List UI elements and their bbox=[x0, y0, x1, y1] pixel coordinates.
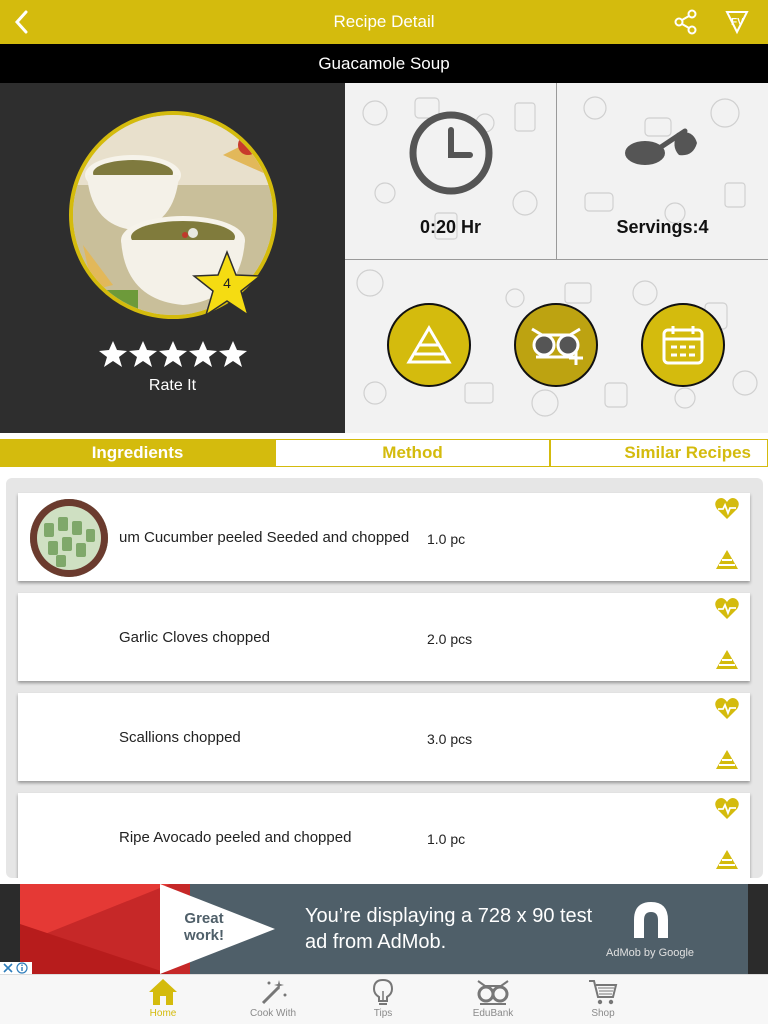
rate-stars bbox=[98, 339, 248, 369]
food-pyramid-icon[interactable] bbox=[715, 549, 739, 571]
rate-it-label[interactable]: Rate It bbox=[0, 377, 345, 395]
schedule-calendar-button[interactable] bbox=[641, 303, 725, 387]
rate-star-1[interactable] bbox=[98, 339, 128, 369]
rate-star-4[interactable] bbox=[188, 339, 218, 369]
ingredient-row[interactable]: Scallions chopped 3.0 pcs bbox=[18, 693, 750, 781]
owl-glasses-icon bbox=[477, 980, 509, 1005]
food-pyramid-icon[interactable] bbox=[715, 849, 739, 871]
ingredient-row[interactable]: Garlic Cloves chopped 2.0 pcs bbox=[18, 593, 750, 681]
heart-rate-icon[interactable] bbox=[714, 497, 740, 521]
admob-test-ad[interactable]: Great work! You’re displaying a 728 x 90… bbox=[20, 884, 748, 974]
tab-cook-with-label: Cook With bbox=[249, 1008, 297, 1019]
fv-logo-icon: FV bbox=[725, 11, 749, 35]
top-nav-bar: Recipe Detail FV bbox=[0, 0, 768, 44]
tab-home[interactable]: Home bbox=[128, 977, 198, 1023]
heart-rate-icon[interactable] bbox=[714, 797, 740, 821]
food-pyramid-icon[interactable] bbox=[715, 649, 739, 671]
recipe-photo-panel: 4 Rate It bbox=[0, 83, 345, 433]
ingredient-row[interactable]: um Cucumber peeled Seeded and chopped 1.… bbox=[18, 493, 750, 581]
rate-star-2[interactable] bbox=[128, 339, 158, 369]
serving-spoon-icon bbox=[625, 128, 697, 165]
tab-method[interactable]: Method bbox=[275, 439, 550, 467]
tab-edubank-label: EduBank bbox=[472, 1008, 514, 1019]
heart-rate-icon[interactable] bbox=[714, 597, 740, 621]
tab-home-label: Home bbox=[149, 1008, 177, 1019]
home-icon bbox=[149, 979, 177, 1005]
ad-banner-area: Great work! You’re displaying a 728 x 90… bbox=[0, 884, 768, 974]
bottom-tab-bar: Home Cook With Tips EduBank Shop bbox=[0, 974, 768, 1024]
ad-message: You’re displaying a 728 x 90 test ad fro… bbox=[305, 905, 593, 953]
food-pyramid-icon bbox=[406, 325, 452, 364]
ingredient-qty: 3.0 pcs bbox=[427, 731, 473, 747]
ad-graphic bbox=[20, 884, 275, 974]
recipe-info-panel: 0:20 Hr Servings:4 bbox=[345, 83, 768, 433]
ingredient-name: Garlic Cloves chopped bbox=[119, 629, 270, 646]
ingredients-list[interactable]: um Cucumber peeled Seeded and chopped 1.… bbox=[6, 478, 763, 878]
clock-icon bbox=[409, 111, 493, 195]
calendar-icon bbox=[662, 326, 704, 365]
tab-ingredients[interactable]: Ingredients bbox=[0, 439, 275, 467]
servings: Servings:4 bbox=[616, 217, 709, 237]
tab-tips[interactable]: Tips bbox=[348, 977, 418, 1023]
recipe-tabs: Ingredients Method Similar Recipes bbox=[0, 439, 768, 467]
rating-badge-value: 4 bbox=[223, 275, 231, 291]
share-icon bbox=[674, 9, 697, 35]
rate-star-3[interactable] bbox=[158, 339, 188, 369]
svg-text:FV: FV bbox=[731, 17, 744, 28]
ingredient-name: Scallions chopped bbox=[119, 729, 241, 746]
admob-brand: AdMob by Google bbox=[606, 947, 695, 959]
ad-badge-text: Great work! bbox=[183, 910, 224, 944]
grid-divider-horizontal bbox=[345, 259, 768, 260]
brand-logo-button[interactable]: FV bbox=[722, 8, 752, 36]
food-pyramid-icon[interactable] bbox=[715, 749, 739, 771]
ingredient-name: um Cucumber peeled Seeded and chopped bbox=[119, 529, 410, 546]
cucumber-image bbox=[30, 499, 108, 577]
tab-shop-label: Shop bbox=[591, 1008, 615, 1019]
add-to-edubank-button[interactable] bbox=[514, 303, 598, 387]
rate-star-5[interactable] bbox=[218, 339, 248, 369]
tab-shop[interactable]: Shop bbox=[568, 977, 638, 1023]
ingredient-row[interactable]: Ripe Avocado peeled and chopped 1.0 pc bbox=[18, 793, 750, 878]
admob-logo-icon bbox=[634, 902, 668, 938]
close-icon bbox=[3, 963, 13, 973]
magic-wand-icon bbox=[261, 980, 287, 1005]
ingredient-name: Ripe Avocado peeled and chopped bbox=[119, 829, 352, 846]
lightbulb-icon bbox=[372, 978, 394, 1005]
ingredient-thumbnail bbox=[30, 499, 108, 577]
heart-rate-icon[interactable] bbox=[714, 697, 740, 721]
ingredient-qty: 1.0 pc bbox=[427, 831, 466, 847]
tab-cook-with[interactable]: Cook With bbox=[238, 977, 308, 1023]
nav-title: Recipe Detail bbox=[333, 12, 435, 31]
owl-glasses-add-icon bbox=[531, 327, 583, 365]
info-icon bbox=[16, 962, 28, 974]
tab-tips-label: Tips bbox=[373, 1008, 393, 1019]
ingredient-qty: 1.0 pc bbox=[427, 531, 466, 547]
rating-badge: 4 bbox=[191, 249, 263, 319]
nutrition-pyramid-button[interactable] bbox=[387, 303, 471, 387]
cook-time: 0:20 Hr bbox=[419, 217, 482, 237]
cart-icon bbox=[589, 980, 618, 1005]
adchoices-button[interactable] bbox=[0, 962, 32, 974]
tab-edubank[interactable]: EduBank bbox=[458, 977, 528, 1023]
recipe-title: Guacamole Soup bbox=[0, 44, 768, 83]
tab-similar-recipes[interactable]: Similar Recipes bbox=[550, 439, 768, 467]
share-button[interactable] bbox=[672, 8, 700, 36]
ingredient-qty: 2.0 pcs bbox=[427, 631, 473, 647]
